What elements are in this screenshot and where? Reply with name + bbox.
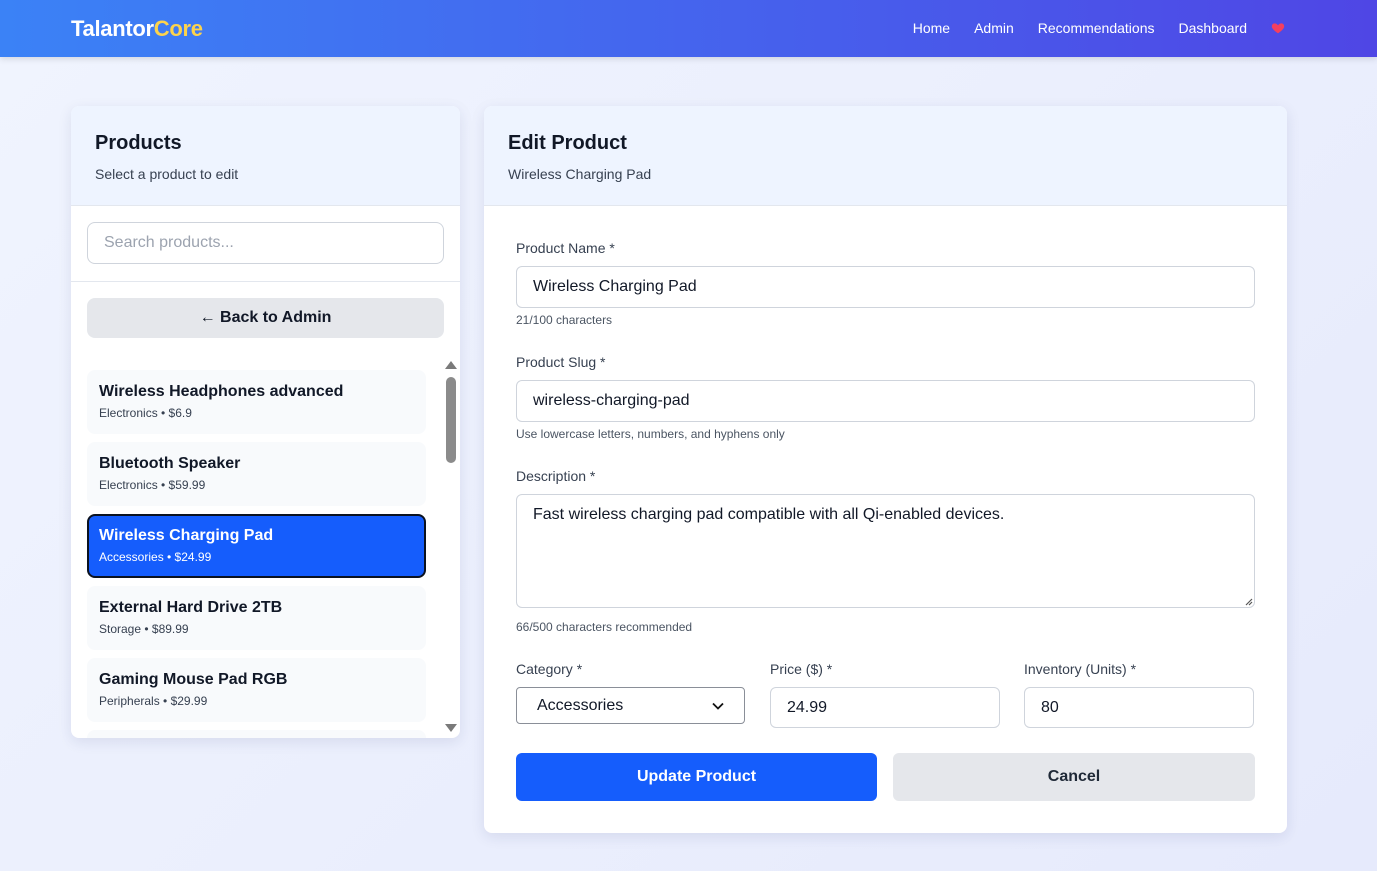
top-navbar: TalantorCore Home Admin Recommendations … (0, 0, 1377, 57)
edit-product-panel: Edit Product Wireless Charging Pad Produ… (484, 106, 1287, 833)
cancel-button[interactable]: Cancel (893, 753, 1255, 801)
chevron-down-icon (712, 702, 724, 710)
product-name-input[interactable] (516, 266, 1255, 308)
category-selected-value: Accessories (537, 696, 624, 714)
search-input[interactable] (87, 222, 444, 264)
product-list-item-selected[interactable]: Wireless Charging Pad Accessories • $24.… (87, 514, 426, 578)
brand-accent-text: Core (153, 16, 203, 41)
nav-link-dashboard[interactable]: Dashboard (1179, 20, 1248, 36)
edit-panel-header: Edit Product Wireless Charging Pad (484, 106, 1287, 206)
description-label: Description * (516, 468, 596, 484)
scroll-down-arrow-icon[interactable] (445, 724, 457, 732)
description-textarea[interactable]: Fast wireless charging pad compatible wi… (516, 494, 1255, 608)
brand-logo[interactable]: TalantorCore (71, 16, 203, 42)
inventory-label: Inventory (Units) * (1024, 661, 1137, 677)
products-panel-header: Products Select a product to edit (71, 106, 460, 206)
product-list-item[interactable]: Gaming Mouse Pad RGB Peripherals • $29.9… (87, 658, 426, 722)
product-meta: Accessories • $24.99 (99, 550, 212, 564)
nav-link-admin[interactable]: Admin (974, 20, 1014, 36)
product-slug-hint: Use lowercase letters, numbers, and hyph… (516, 427, 785, 441)
description-hint: 66/500 characters recommended (516, 620, 693, 634)
products-title: Products (95, 132, 182, 154)
product-slug-input[interactable] (516, 380, 1255, 422)
product-name-hint: 21/100 characters (516, 313, 613, 327)
edit-title: Edit Product (508, 132, 627, 154)
product-meta: Electronics • $6.9 (99, 406, 192, 420)
nav-link-home[interactable]: Home (913, 20, 950, 36)
product-list-item[interactable] (87, 730, 426, 738)
product-list-item[interactable]: External Hard Drive 2TB Storage • $89.99 (87, 586, 426, 650)
product-list: Wireless Headphones advanced Electronics… (87, 358, 426, 738)
scroll-up-arrow-icon[interactable] (445, 361, 457, 369)
product-name: Gaming Mouse Pad RGB (99, 671, 288, 688)
nav-links: Home Admin Recommendations Dashboard (913, 20, 1285, 36)
edit-subtitle: Wireless Charging Pad (508, 166, 652, 182)
scroll-thumb[interactable] (446, 377, 456, 463)
product-name: External Hard Drive 2TB (99, 599, 283, 616)
product-name: Wireless Headphones advanced (99, 383, 344, 400)
price-input[interactable] (770, 687, 1000, 728)
product-slug-label: Product Slug * (516, 354, 606, 370)
products-subtitle: Select a product to edit (95, 166, 239, 182)
product-list-item[interactable]: Bluetooth Speaker Electronics • $59.99 (87, 442, 426, 506)
brand-main-text: Talantor (71, 16, 154, 41)
back-to-admin-button[interactable]: ← Back to Admin (87, 298, 444, 338)
category-label: Category * (516, 661, 583, 677)
product-list-item[interactable]: Wireless Headphones advanced Electronics… (87, 370, 426, 434)
product-meta: Electronics • $59.99 (99, 478, 206, 492)
update-product-button[interactable]: Update Product (516, 753, 877, 801)
product-name: Bluetooth Speaker (99, 455, 241, 472)
price-label: Price ($) * (770, 661, 833, 677)
search-area (71, 206, 460, 282)
products-panel: Products Select a product to edit ← Back… (71, 106, 460, 738)
inventory-input[interactable] (1024, 687, 1254, 728)
product-meta: Peripherals • $29.99 (99, 694, 208, 708)
heart-icon[interactable] (1271, 21, 1285, 35)
nav-link-recommendations[interactable]: Recommendations (1038, 20, 1155, 36)
category-select[interactable]: Accessories (516, 687, 745, 724)
product-name: Wireless Charging Pad (99, 527, 274, 544)
product-name-label: Product Name * (516, 240, 615, 256)
product-list-scrollbar[interactable] (444, 358, 458, 738)
resize-grip-icon[interactable] (1243, 596, 1253, 606)
product-meta: Storage • $89.99 (99, 622, 189, 636)
